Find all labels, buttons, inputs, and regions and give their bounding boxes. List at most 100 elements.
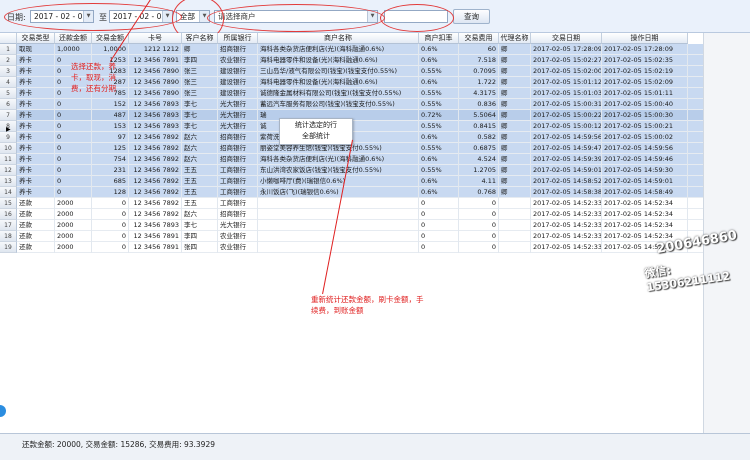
cell-fee: 0 <box>459 209 499 220</box>
cell-merchant: 永川饭店(飞)(瑞银信0.6%) <box>258 187 419 198</box>
cell-card-number: 12 3456 7892 <box>129 154 182 165</box>
cell-type: 养卡 <box>17 165 55 176</box>
row-number[interactable]: 11 <box>0 154 17 165</box>
row-number[interactable]: 17 <box>0 220 17 231</box>
cell-bank: 招商银行 <box>218 44 258 55</box>
cell-agent: 卿 <box>499 143 531 154</box>
column-header-agent[interactable]: 代理名称 <box>499 33 531 44</box>
row-number[interactable]: 1 <box>0 44 17 55</box>
column-header-rate[interactable]: 商户扣率 <box>419 33 459 44</box>
cell-agent: 卿 <box>499 132 531 143</box>
column-header-fee[interactable]: 交易费用 <box>459 33 499 44</box>
row-number[interactable]: 10 <box>0 143 17 154</box>
cell-type: 养卡 <box>17 66 55 77</box>
cell-card-number: 12 3456 7892 <box>129 176 182 187</box>
row-number[interactable]: 9 <box>0 132 17 143</box>
cell-agent: 卿 <box>499 88 531 99</box>
cell-amount: 153 <box>92 121 129 132</box>
cell-type: 养卡 <box>17 110 55 121</box>
cell-fee: 0.582 <box>459 132 499 143</box>
cell-card-number: 12 3456 7891 <box>129 242 182 253</box>
menu-item-stat-all[interactable]: 全部统计 <box>280 131 352 142</box>
cell-amount: 97 <box>92 132 129 143</box>
cell-bank: 建设银行 <box>218 88 258 99</box>
cell-op-date: 2017-02-05 15:00:02 <box>602 132 688 143</box>
column-header-bank[interactable]: 所属银行 <box>218 33 258 44</box>
cell-amount: 128 <box>92 187 129 198</box>
row-number[interactable]: 16 <box>0 209 17 220</box>
cell-agent <box>499 231 531 242</box>
cell-op-date: 2017-02-05 14:52:34 <box>602 220 688 231</box>
cell-tx-date: 2017-02-05 14:58:38 <box>533 187 602 198</box>
row-number[interactable]: 12 <box>0 165 17 176</box>
cell-agent: 卿 <box>499 55 531 66</box>
cell-tx-date: 2017-02-05 15:02:27 <box>533 55 602 66</box>
cell-type: 养卡 <box>17 143 55 154</box>
cell-type: 还款 <box>17 242 55 253</box>
cell-op-date: 2017-02-05 14:52:34 <box>602 209 688 220</box>
query-button[interactable]: 查询 <box>453 9 490 24</box>
cell-fee: 0 <box>459 231 499 242</box>
row-number[interactable]: 6 <box>0 99 17 110</box>
row-number[interactable]: 7 <box>0 110 17 121</box>
cell-bank: 农业银行 <box>218 242 258 253</box>
column-header-type[interactable]: 交易类型 <box>17 33 55 44</box>
cell-tx-date: 2017-02-05 15:00:31 <box>533 99 602 110</box>
cell-customer: 卿 <box>182 44 218 55</box>
cell-tx-date: 2017-02-05 14:59:01 <box>533 165 602 176</box>
annotation-line: 费，还有分期 <box>71 84 116 93</box>
row-number[interactable]: 14 <box>0 187 17 198</box>
cell-merchant <box>258 242 419 253</box>
cell-merchant: 海科电器零件和设备(光)(海科融通0.6%) <box>258 77 419 88</box>
cell-bank: 光大银行 <box>218 121 258 132</box>
cell-rate: 0.55% <box>419 88 459 99</box>
cell-tx-date: 2017-02-05 14:58:52 <box>533 176 602 187</box>
cell-card-number: 12 3456 7892 <box>129 132 182 143</box>
cell-card-number: 12 3456 7893 <box>129 110 182 121</box>
row-number[interactable]: 15 <box>0 198 17 209</box>
cell-tx-date: 2017-02-05 14:59:39 <box>533 154 602 165</box>
cell-fee: 1.722 <box>459 77 499 88</box>
column-header-merchant[interactable]: 商户名称 <box>258 33 419 44</box>
cell-customer: 李七 <box>182 110 218 121</box>
row-number[interactable]: 2 <box>0 55 17 66</box>
cell-op-date: 2017-02-05 15:02:09 <box>602 77 688 88</box>
cell-op-date: 2017-02-05 14:52:34 <box>602 198 688 209</box>
cell-amount: 152 <box>92 99 129 110</box>
cell-customer: 赵六 <box>182 143 218 154</box>
row-number[interactable]: 19 <box>0 242 17 253</box>
row-number[interactable]: 18 <box>0 231 17 242</box>
cell-type: 养卡 <box>17 55 55 66</box>
grid-corner <box>0 33 17 44</box>
cell-repay-amount: 2000 <box>55 220 92 231</box>
cell-amount: 0 <box>92 198 129 209</box>
row-number[interactable]: 3 <box>0 66 17 77</box>
cell-fee: 0.8415 <box>459 121 499 132</box>
cell-type: 取现 <box>17 44 55 55</box>
column-header-customer[interactable]: 客户名称 <box>182 33 218 44</box>
cell-type: 养卡 <box>17 176 55 187</box>
cell-merchant: 蓄远汽车服务有限公司(钱宝)(钱宝支付0.55%) <box>258 99 419 110</box>
cell-rate: 0 <box>419 198 459 209</box>
cell-type: 养卡 <box>17 132 55 143</box>
cell-customer: 赵六 <box>182 209 218 220</box>
cell-fee: 0 <box>459 242 499 253</box>
menu-item-stat-selected[interactable]: 统计选定的行 <box>280 120 352 131</box>
column-header-repay-amount[interactable]: 还款金额 <box>55 33 92 44</box>
cell-op-date: 2017-02-05 14:59:46 <box>602 154 688 165</box>
cell-merchant: 小懒咖啡厅(费)(瑞银信0.6%) <box>258 176 419 187</box>
column-header-op-date[interactable]: 操作日期 <box>602 33 688 44</box>
cell-op-date: 2017-02-05 14:58:49 <box>602 187 688 198</box>
column-header-card-number[interactable]: 卡号 <box>129 33 182 44</box>
status-bar: 还款金额: 20000, 交易金额: 15286, 交易费用: 93.3929 <box>0 433 750 460</box>
cell-fee: 0 <box>459 220 499 231</box>
cell-repay-amount: 0 <box>55 165 92 176</box>
cell-type: 还款 <box>17 209 55 220</box>
row-number[interactable]: 5 <box>0 88 17 99</box>
row-number[interactable]: 4 <box>0 77 17 88</box>
cell-bank: 光大银行 <box>218 220 258 231</box>
cell-repay-amount: 0 <box>55 154 92 165</box>
row-number[interactable]: 13 <box>0 176 17 187</box>
column-header-tx-date[interactable]: 交易日期 <box>531 33 602 44</box>
annotation-line: 选择还款，养 <box>71 62 116 71</box>
